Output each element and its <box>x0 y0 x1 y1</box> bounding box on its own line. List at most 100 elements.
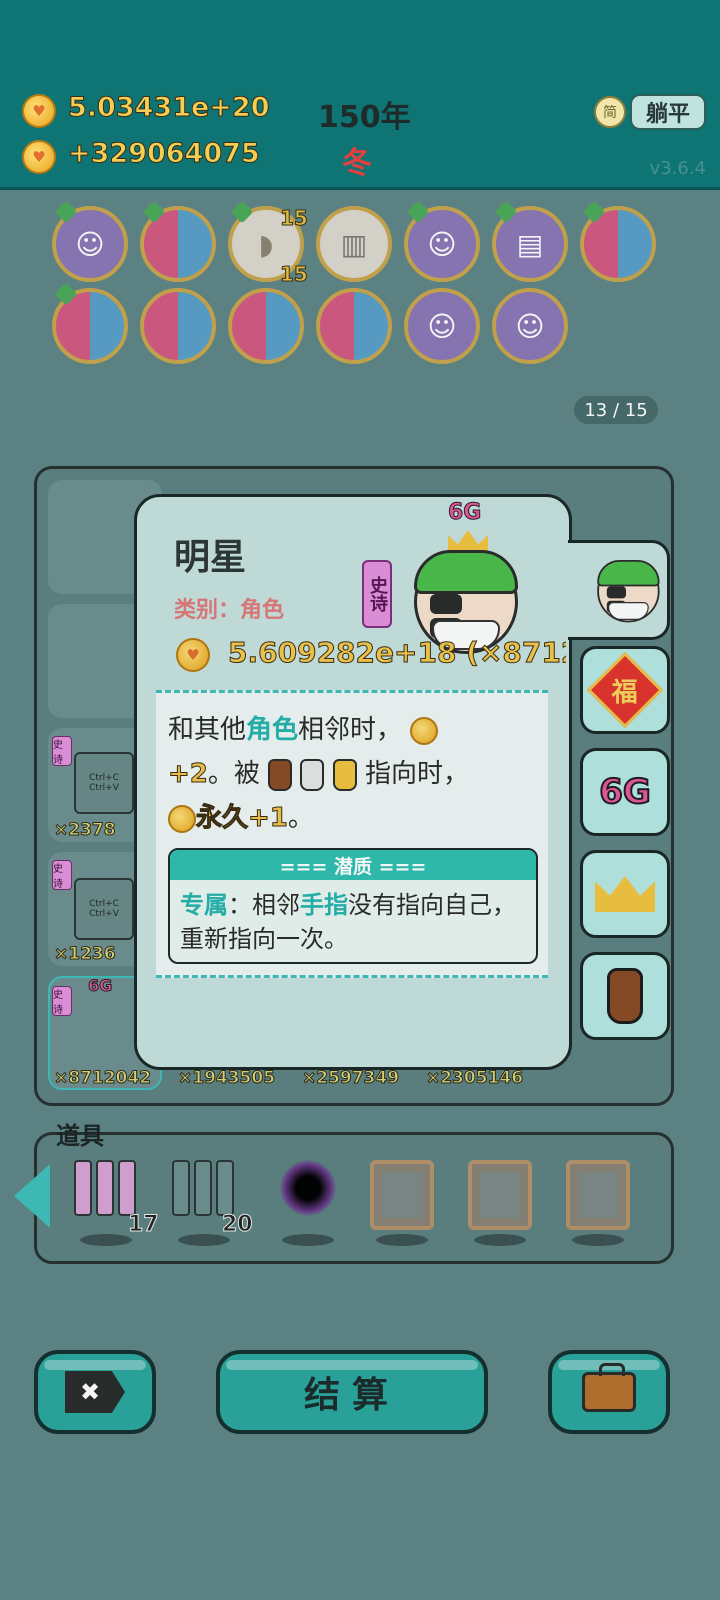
hair-icon <box>414 550 518 594</box>
mask-icon <box>608 602 649 620</box>
rarity-badge: 史诗 <box>362 560 392 628</box>
desc-bonus: 永久+1 <box>196 803 289 834</box>
potential-text: ：相邻 <box>228 891 300 919</box>
card-icon <box>96 1160 114 1216</box>
relic-skirt[interactable]: ▥ <box>316 206 392 282</box>
copy-paste-card: Ctrl+C Ctrl+V <box>74 878 134 940</box>
desc-highlight: 角色 <box>246 715 299 745</box>
desc-text: 指向时， <box>364 759 469 789</box>
cell-count: ×1943505 <box>177 1068 276 1089</box>
epic-tag: 史诗 <box>52 860 72 890</box>
item-shadow <box>178 1234 230 1246</box>
lie-flat-button[interactable]: 躺平 <box>630 94 706 130</box>
delete-button[interactable]: ✖ <box>34 1350 156 1434</box>
sixg-tag: 6G <box>87 976 113 996</box>
button-shine <box>44 1360 146 1370</box>
desc-bonus: +2 <box>168 759 209 790</box>
dice-icon: ☺ <box>515 309 545 343</box>
card-icon <box>118 1160 136 1216</box>
popup-value-row: 5.609282e+18 (×871204 <box>176 636 566 676</box>
relic-hourglass[interactable] <box>316 288 392 364</box>
yellow-hand-icon <box>332 758 357 791</box>
relic-hourglass[interactable] <box>228 288 304 364</box>
fortune-icon: 福 <box>586 651 664 729</box>
potential-header: === 潜质 === <box>170 850 536 880</box>
empty-item-slot[interactable] <box>566 1160 630 1230</box>
card-icon <box>172 1160 190 1216</box>
tab-portrait-icon <box>590 548 674 623</box>
income-coin-icon <box>22 140 56 174</box>
settle-label: 结算 <box>303 1375 400 1416</box>
empty-item-slot[interactable] <box>370 1160 434 1230</box>
crown-icon <box>595 876 655 912</box>
epic-tag: 史诗 <box>52 736 72 766</box>
year-label: 150年 <box>318 100 411 135</box>
coin-icon <box>168 804 196 833</box>
item-shadow <box>376 1234 428 1246</box>
item-shadow <box>80 1234 132 1246</box>
pointing-hand-icon <box>607 968 643 1024</box>
briefcase-icon <box>582 1363 636 1412</box>
relic-dice-avatar[interactable]: ☺ <box>404 288 480 364</box>
hair-icon <box>597 560 660 587</box>
relic-hourglass[interactable] <box>140 288 216 364</box>
item-shadow <box>282 1234 334 1246</box>
income-value: +329064075 <box>68 138 261 170</box>
shell-counter-top: 15 <box>280 206 309 231</box>
cell-count: ×2305146 <box>425 1068 524 1089</box>
settle-button[interactable]: 结算 <box>216 1350 488 1434</box>
potential-highlight: 专属 <box>180 891 228 919</box>
item-count: 20 <box>222 1212 254 1238</box>
desc-text: 相邻时， <box>298 715 403 745</box>
item-shadow <box>474 1234 526 1246</box>
desc-text: 和其他 <box>168 715 247 745</box>
season-label: 冬 <box>342 146 372 181</box>
card-icon <box>216 1160 234 1216</box>
sixg-label: 6G <box>598 771 652 813</box>
cell-count: ×2378 <box>54 820 117 841</box>
skirt-icon: ▥ <box>340 227 368 261</box>
tab-hand[interactable] <box>580 952 670 1040</box>
inventory-button[interactable] <box>548 1350 670 1434</box>
page-indicator: 13 / 15 <box>574 396 658 424</box>
character-portrait: 6G <box>402 500 542 654</box>
shell-counter-bottom: 15 <box>280 262 309 287</box>
copy-paste-card: Ctrl+C Ctrl+V <box>74 752 134 814</box>
desc-text: 。 <box>287 803 314 833</box>
top-bar: 5.03431e+20 +329064075 150年 冬 简 躺平 v3.6.… <box>0 0 720 190</box>
item-count: 17 <box>128 1212 160 1238</box>
tab-fortune[interactable]: 福 <box>580 646 670 734</box>
ctrl-v-text: Ctrl+V <box>89 783 119 793</box>
relic-dice-avatar[interactable]: ☺ <box>492 288 568 364</box>
tab-crown[interactable] <box>580 850 670 938</box>
desc-text: 。被 <box>207 759 260 789</box>
tab-6g[interactable]: 6G <box>580 748 670 836</box>
card-icon <box>74 1160 92 1216</box>
simple-mode-icon[interactable]: 简 <box>594 96 626 128</box>
white-hand-icon <box>300 758 325 791</box>
total-coins: 5.03431e+20 <box>68 92 270 124</box>
description-text: 和其他角色相邻时， +2。被 指向时， 永久+1。 <box>168 708 540 840</box>
delete-icon: ✖ <box>65 1371 125 1413</box>
sunglasses-icon <box>430 594 504 638</box>
card-icon <box>194 1160 212 1216</box>
button-shine <box>226 1360 478 1370</box>
popup-category: 类别：角色 <box>174 598 285 623</box>
potential-box: === 潜质 === 专属：相邻手指没有指向自己，重新指向一次。 <box>168 848 538 964</box>
arrow-left-icon[interactable] <box>14 1164 50 1228</box>
coin-icon <box>176 638 210 672</box>
cell-count: ×8712042 <box>53 1068 152 1089</box>
cell-count: ×2597349 <box>301 1068 400 1089</box>
epic-tag: 史诗 <box>52 986 72 1016</box>
ctrl-c-text: Ctrl+C <box>89 899 119 909</box>
potential-body: 专属：相邻手指没有指向自己，重新指向一次。 <box>170 880 536 962</box>
black-hole-icon[interactable] <box>280 1160 336 1216</box>
brown-hand-icon <box>268 758 293 791</box>
ctrl-v-text: Ctrl+V <box>89 909 119 919</box>
dice-icon: ☺ <box>427 309 457 343</box>
sixg-tag: 6G <box>447 500 482 526</box>
version-label: v3.6.4 <box>649 158 706 179</box>
empty-item-slot[interactable] <box>468 1160 532 1230</box>
cell-count: ×1236 <box>54 944 117 965</box>
item-shadow <box>572 1234 624 1246</box>
